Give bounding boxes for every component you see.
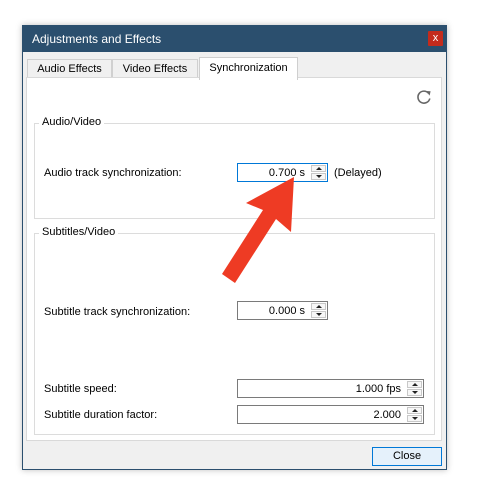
subtitle-speed-spinbox[interactable]: 1.000 fps — [237, 379, 424, 398]
audio-sync-stepper[interactable] — [311, 165, 326, 180]
close-button[interactable]: Close — [372, 447, 442, 466]
subtitle-sync-stepper[interactable] — [311, 303, 326, 318]
audio-sync-spinbox[interactable]: 0.700 s — [237, 163, 328, 182]
subtitle-speed-value[interactable]: 1.000 fps — [356, 383, 401, 395]
spin-up-icon[interactable] — [407, 381, 422, 388]
audio-sync-label: Audio track synchronization: — [44, 167, 182, 179]
subtitle-duration-value[interactable]: 2.000 — [373, 409, 401, 421]
spin-down-icon[interactable] — [311, 173, 326, 180]
subtitle-sync-spinbox[interactable]: 0.000 s — [237, 301, 328, 320]
tab-video-effects[interactable]: Video Effects — [112, 59, 198, 79]
spin-up-icon[interactable] — [311, 303, 326, 310]
tab-bar: Audio Effects Video Effects Synchronizat… — [27, 57, 447, 80]
subtitle-speed-label: Subtitle speed: — [44, 383, 117, 395]
window-title: Adjustments and Effects — [32, 32, 162, 46]
dialog-window: Adjustments and Effects x Audio Effects … — [22, 25, 447, 470]
audio-sync-value[interactable]: 0.700 s — [269, 167, 305, 179]
title-bar[interactable]: Adjustments and Effects x — [23, 26, 446, 52]
subtitle-sync-label: Subtitle track synchronization: — [44, 306, 191, 318]
subtitle-duration-label: Subtitle duration factor: — [44, 409, 158, 421]
tab-audio-effects[interactable]: Audio Effects — [27, 59, 112, 79]
spin-down-icon[interactable] — [407, 415, 422, 422]
subtitle-duration-stepper[interactable] — [407, 407, 422, 422]
subtitles-video-group: Subtitles/Video Subtitle track synchroni… — [34, 226, 435, 435]
subtitles-video-group-label: Subtitles/Video — [39, 226, 119, 238]
synchronization-panel: Audio/Video Audio track synchronization:… — [26, 77, 442, 441]
audio-sync-status: (Delayed) — [334, 167, 382, 179]
spin-down-icon[interactable] — [311, 311, 326, 318]
close-icon[interactable]: x — [428, 31, 443, 46]
audio-video-group: Audio/Video Audio track synchronization:… — [34, 116, 435, 219]
tab-synchronization[interactable]: Synchronization — [199, 57, 298, 80]
spin-up-icon[interactable] — [311, 165, 326, 172]
audio-video-group-label: Audio/Video — [39, 116, 105, 128]
refresh-icon[interactable] — [415, 88, 433, 106]
spin-down-icon[interactable] — [407, 389, 422, 396]
subtitle-speed-stepper[interactable] — [407, 381, 422, 396]
subtitle-sync-value[interactable]: 0.000 s — [269, 305, 305, 317]
spin-up-icon[interactable] — [407, 407, 422, 414]
subtitle-duration-spinbox[interactable]: 2.000 — [237, 405, 424, 424]
